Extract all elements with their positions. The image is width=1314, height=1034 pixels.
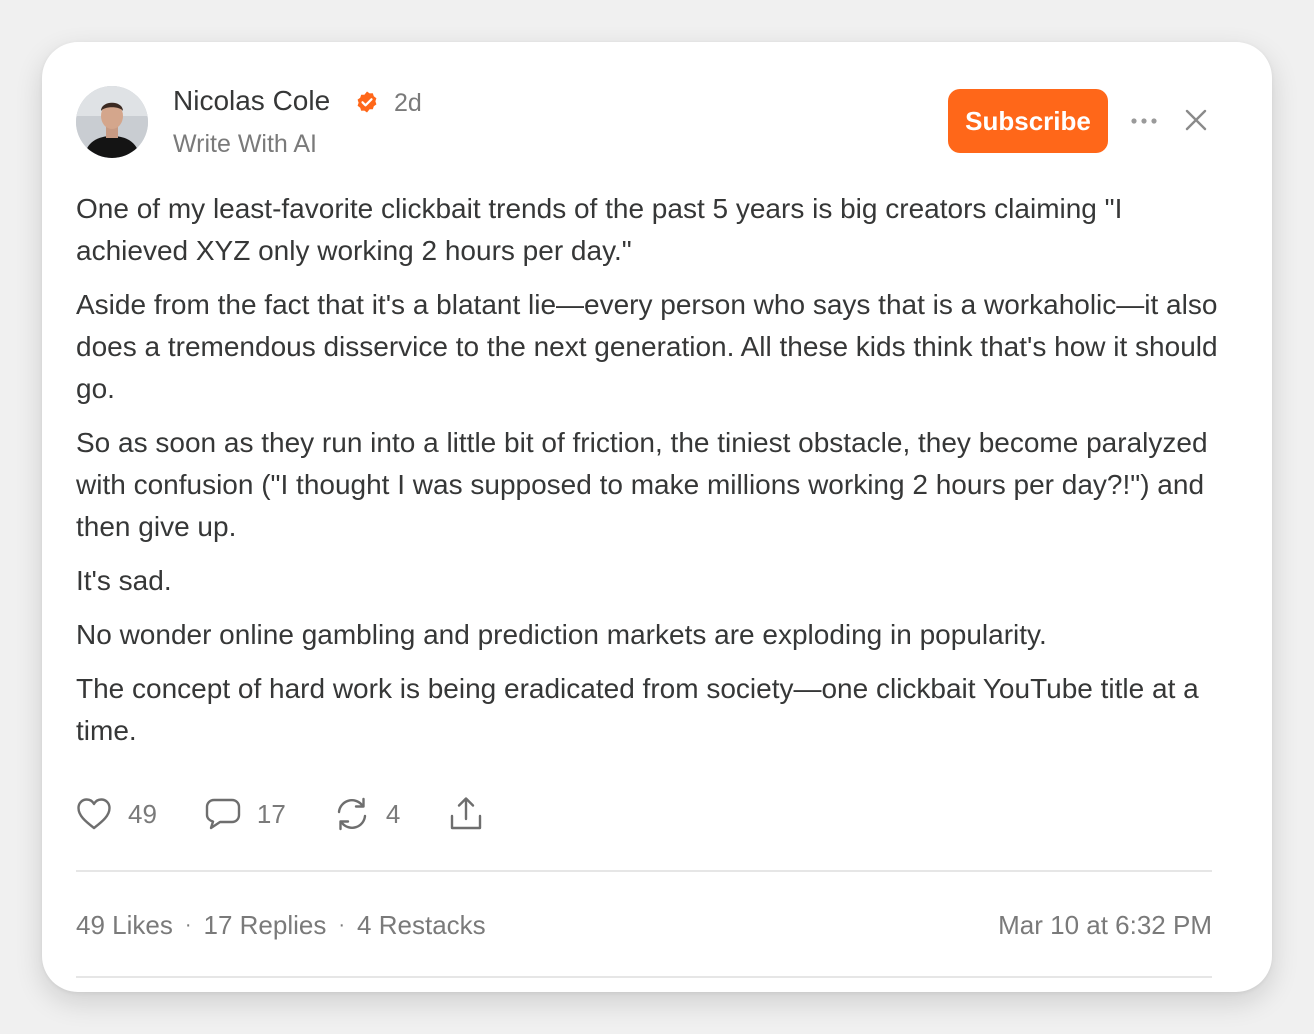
likes-stat-link[interactable]: 49 Likes [76,908,173,942]
share-button[interactable] [448,794,484,834]
publication-name[interactable]: Write With AI [173,129,317,159]
separator-dot: · [338,914,346,936]
engagement-stats: 49 Likes · 17 Replies · 4 Restacks [76,908,486,942]
replies-stat-link[interactable]: 17 Replies [204,908,327,942]
more-options-button[interactable] [1128,108,1160,134]
divider [76,976,1212,978]
post-card: Nicolas Cole 2d Write With AI Subscribe … [42,42,1272,992]
subscribe-button[interactable]: Subscribe [948,89,1108,153]
close-icon [1185,109,1207,131]
post-paragraph: One of my least-favorite clickbait trend… [76,193,1123,266]
verified-badge-icon [357,91,377,113]
comment-count: 17 [256,798,286,829]
close-button[interactable] [1182,106,1210,134]
post-body: One of my least-favorite clickbait trend… [76,188,1226,764]
post-paragraph: No wonder online gambling and prediction… [76,619,1047,650]
restack-icon [337,797,367,831]
share-icon [451,797,482,830]
more-dots-icon [1131,118,1157,124]
post-date: Mar 10 at 6:32 PM [998,910,1212,940]
restack-button[interactable]: 4 [334,794,400,834]
like-count: 49 [128,798,157,829]
comment-button[interactable]: 17 [205,794,286,834]
comment-bubble-icon [205,798,241,830]
author-name[interactable]: Nicolas Cole [173,84,330,118]
avatar-photo [76,86,148,158]
post-paragraph: The concept of hard work is being eradic… [76,673,1199,746]
separator-dot: · [184,914,192,936]
post-paragraph: So as soon as they run into a little bit… [76,427,1208,542]
restacks-stat-link[interactable]: 4 Restacks [357,908,486,942]
heart-icon [77,798,111,830]
post-time: 2d [394,89,422,117]
post-paragraph: It's sad. [76,565,172,596]
author-avatar[interactable] [76,86,148,158]
action-bar: 49 17 4 [76,794,484,834]
restack-count: 4 [385,798,401,829]
like-button[interactable]: 49 [76,794,157,834]
post-paragraph: Aside from the fact that it's a blatant … [76,289,1218,404]
divider [76,870,1212,872]
